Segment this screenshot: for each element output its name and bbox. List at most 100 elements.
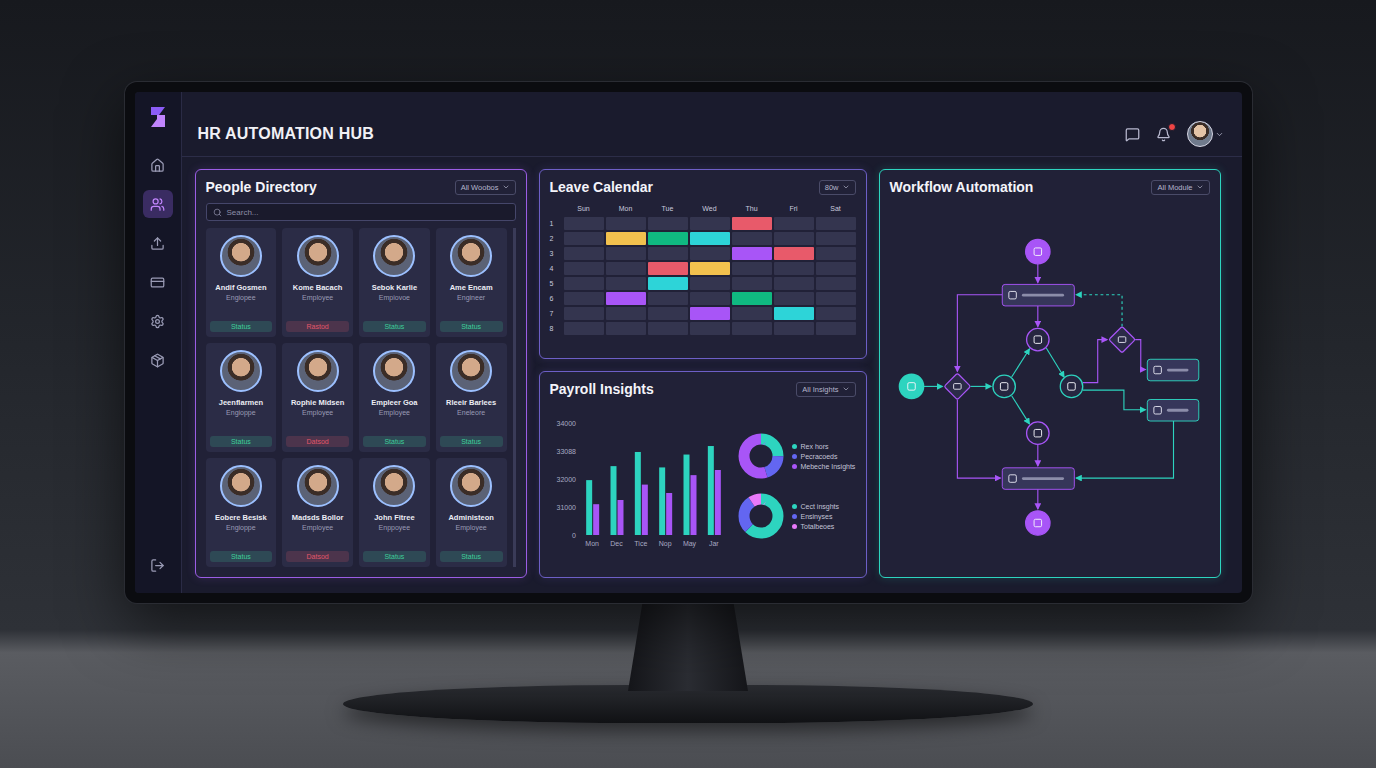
calendar-cell[interactable] — [606, 322, 646, 335]
donut-segment[interactable] — [744, 499, 778, 533]
workflow-action[interactable] — [1026, 422, 1048, 444]
bar[interactable] — [641, 485, 647, 535]
notifications-button[interactable] — [1156, 127, 1171, 142]
leave-entry[interactable] — [690, 262, 730, 275]
workflow-action[interactable] — [1026, 328, 1048, 350]
bar[interactable] — [683, 455, 689, 535]
calendar-cell[interactable] — [648, 247, 688, 260]
calendar-cell[interactable] — [816, 307, 856, 320]
calendar-cell[interactable] — [564, 292, 604, 305]
donut-segment[interactable] — [744, 499, 778, 533]
sidebar-item[interactable] — [143, 190, 173, 218]
workflow-step[interactable] — [1147, 359, 1198, 381]
calendar-cell[interactable] — [816, 262, 856, 275]
bar[interactable] — [659, 467, 665, 535]
calendar-cell[interactable] — [648, 322, 688, 335]
person-card[interactable]: Kome BacachEmployeeRastod — [282, 228, 353, 337]
person-card[interactable]: Empleer GoaEmployeeStatus — [359, 343, 430, 452]
calendar-cell[interactable] — [774, 277, 814, 290]
workflow-terminal[interactable] — [1025, 240, 1049, 264]
bar[interactable] — [593, 504, 599, 535]
workflow-terminal[interactable] — [1025, 511, 1049, 535]
calendar-cell[interactable] — [732, 322, 772, 335]
calendar-cell[interactable] — [816, 322, 856, 335]
people-filter[interactable]: All Woobos — [455, 180, 516, 195]
bar[interactable] — [586, 480, 592, 535]
calendar-cell[interactable] — [774, 232, 814, 245]
workflow-decision[interactable] — [944, 373, 970, 399]
sidebar-item[interactable] — [143, 346, 173, 374]
person-card[interactable]: Rophie MidsenEmployeeDatsod — [282, 343, 353, 452]
leave-entry[interactable] — [606, 232, 646, 245]
calendar-cell[interactable] — [816, 217, 856, 230]
bar[interactable] — [714, 470, 720, 535]
workflow-step[interactable] — [1002, 284, 1074, 306]
calendar-cell[interactable] — [774, 262, 814, 275]
leave-entry[interactable] — [648, 277, 688, 290]
calendar-cell[interactable] — [648, 307, 688, 320]
calendar-cell[interactable] — [648, 292, 688, 305]
workflow-decision[interactable] — [1108, 326, 1134, 352]
workflow-step[interactable] — [1002, 468, 1074, 490]
calendar-cell[interactable] — [816, 232, 856, 245]
calendar-cell[interactable] — [774, 322, 814, 335]
calendar-cell[interactable] — [606, 247, 646, 260]
calendar-cell[interactable] — [564, 262, 604, 275]
calendar-cell[interactable] — [690, 292, 730, 305]
workflow-terminal[interactable] — [899, 374, 923, 398]
calendar-cell[interactable] — [690, 322, 730, 335]
workflow-action[interactable] — [1060, 375, 1082, 397]
calendar-cell[interactable] — [606, 307, 646, 320]
bar[interactable] — [666, 493, 672, 535]
bar[interactable] — [707, 446, 713, 535]
calendar-cell[interactable] — [606, 277, 646, 290]
calendar-cell[interactable] — [774, 292, 814, 305]
bar[interactable] — [690, 475, 696, 535]
leave-entry[interactable] — [648, 262, 688, 275]
person-card[interactable]: Rleeir BarleesEneleoreStatus — [436, 343, 507, 452]
person-card[interactable]: John FitreeEnppoyeeStatus — [359, 458, 430, 567]
sidebar-item[interactable] — [143, 151, 173, 179]
calendar-cell[interactable] — [564, 232, 604, 245]
person-card[interactable]: Sebok KarlieEmpiovoeStatus — [359, 228, 430, 337]
calendar-cell[interactable] — [564, 277, 604, 290]
donut-segment[interactable] — [744, 439, 778, 473]
person-card[interactable]: JeenflarmenEngioppeStatus — [206, 343, 277, 452]
calendar-cell[interactable] — [648, 217, 688, 230]
logo[interactable] — [145, 104, 171, 130]
workflow-step[interactable] — [1147, 400, 1198, 422]
leave-entry[interactable] — [732, 247, 772, 260]
bar[interactable] — [617, 500, 623, 535]
calendar-cell[interactable] — [732, 232, 772, 245]
sidebar-item[interactable] — [143, 268, 173, 296]
leave-entry[interactable] — [732, 292, 772, 305]
person-card[interactable]: AdministeonEmployeeStatus — [436, 458, 507, 567]
donut-segment[interactable] — [744, 439, 778, 473]
person-card[interactable]: Andif GosmenEngiopeeStatus — [206, 228, 277, 337]
calendar-cell[interactable] — [816, 292, 856, 305]
leave-entry[interactable] — [774, 307, 814, 320]
user-menu[interactable] — [1187, 121, 1224, 147]
calendar-cell[interactable] — [564, 322, 604, 335]
calendar-cell[interactable] — [606, 217, 646, 230]
donut-segment[interactable] — [744, 439, 778, 473]
donut-segment[interactable] — [744, 499, 778, 533]
payroll-filter[interactable]: All Insights — [796, 382, 855, 397]
search-field[interactable]: Search... — [206, 203, 516, 221]
calendar-cell[interactable] — [816, 277, 856, 290]
calendar-cell[interactable] — [732, 277, 772, 290]
bar[interactable] — [634, 452, 640, 535]
leave-entry[interactable] — [774, 247, 814, 260]
calendar-cell[interactable] — [816, 247, 856, 260]
person-card[interactable]: Ame EncamEngineerStatus — [436, 228, 507, 337]
calendar-cell[interactable] — [732, 307, 772, 320]
calendar-cell[interactable] — [564, 217, 604, 230]
person-card[interactable]: Eobere BesiskEngioppeStatus — [206, 458, 277, 567]
calendar-cell[interactable] — [564, 247, 604, 260]
leave-entry[interactable] — [690, 232, 730, 245]
bar[interactable] — [610, 466, 616, 535]
calendar-filter[interactable]: 80w — [819, 180, 856, 195]
leave-entry[interactable] — [648, 232, 688, 245]
calendar-cell[interactable] — [690, 217, 730, 230]
chat-icon[interactable] — [1125, 127, 1140, 142]
